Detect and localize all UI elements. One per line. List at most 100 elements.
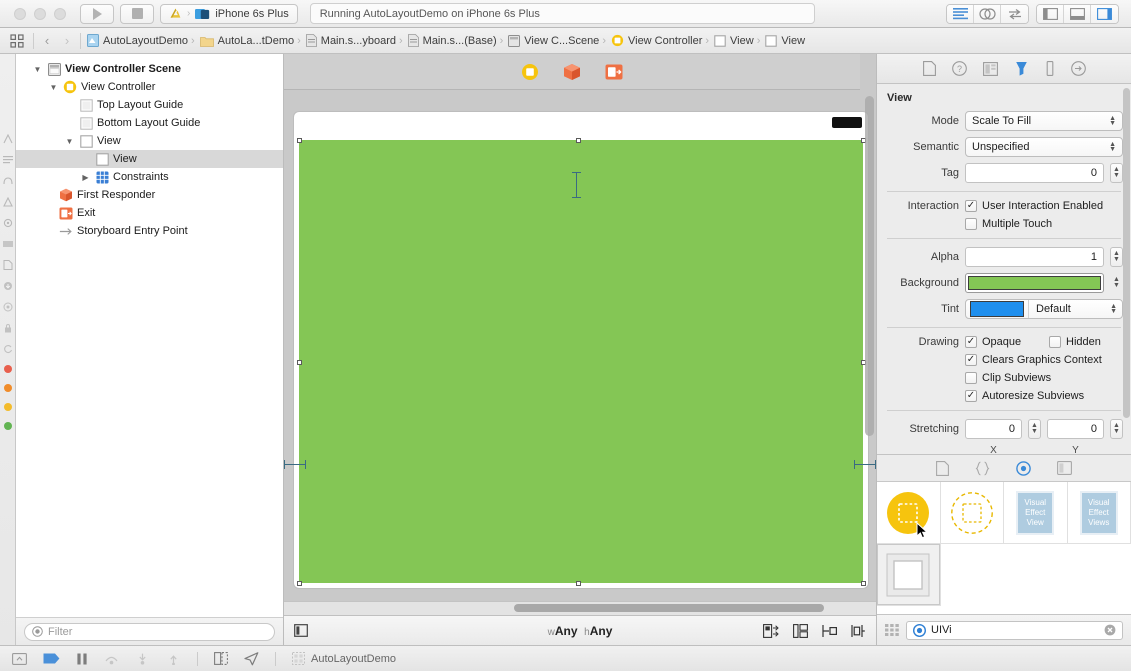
- breadcrumb-item-6[interactable]: View: [711, 35, 755, 47]
- selection-handle-middle-left[interactable]: [297, 360, 302, 365]
- disclosure-triangle-open[interactable]: ▼: [64, 137, 75, 146]
- update-frames-button[interactable]: [763, 624, 779, 638]
- test-navigator-icon[interactable]: [3, 197, 13, 207]
- hidden-wrapper[interactable]: Hidden: [1049, 336, 1101, 348]
- disclosure-triangle-closed[interactable]: ▶: [80, 173, 91, 182]
- report-navigator-icon[interactable]: [3, 260, 13, 270]
- view-hierarchy-button[interactable]: [214, 652, 228, 665]
- navigator-toggle-button[interactable]: [1037, 5, 1064, 23]
- pause-button[interactable]: [76, 653, 88, 665]
- selection-handle-bottom-left[interactable]: [297, 581, 302, 586]
- stretching-x-stepper[interactable]: ▲▼: [1028, 419, 1041, 439]
- utilities-toggle-button[interactable]: [1091, 5, 1118, 23]
- close-window-button[interactable]: [14, 8, 26, 20]
- dock-exit-icon[interactable]: [605, 64, 623, 80]
- library-item-view-drag-proxy-outline[interactable]: [941, 482, 1005, 544]
- step-out-button[interactable]: [166, 653, 181, 665]
- alpha-stepper[interactable]: ▲▼: [1110, 247, 1123, 267]
- alpha-field[interactable]: 1: [965, 247, 1104, 267]
- outline-row-constraints[interactable]: ▶ Constraints: [16, 168, 283, 186]
- step-over-button[interactable]: [104, 653, 119, 665]
- error-badge-icon[interactable]: [4, 365, 12, 373]
- dock-first-responder-icon[interactable]: [563, 63, 581, 81]
- outline-row-view[interactable]: ▼ View: [16, 132, 283, 150]
- lock-icon[interactable]: [3, 323, 13, 333]
- file-template-library-tab[interactable]: [936, 461, 949, 476]
- selection-handle-top-center[interactable]: [576, 138, 581, 143]
- outline-row-view-controller[interactable]: ▼ View Controller: [16, 78, 283, 96]
- selection-handle-top-left[interactable]: [297, 138, 302, 143]
- user-interaction-enabled-row[interactable]: ✓ User Interaction Enabled: [965, 200, 1103, 212]
- selected-subview[interactable]: [299, 140, 863, 583]
- canvas-vertical-scrollbar[interactable]: [865, 96, 874, 436]
- clip-subviews-checkbox[interactable]: [965, 372, 977, 384]
- library-item-visual-effect-view[interactable]: Visual Effect View: [1004, 482, 1068, 544]
- autoresize-subviews-wrapper[interactable]: ✓ Autoresize Subviews: [965, 390, 1084, 402]
- constraint-indicator-top[interactable]: [576, 172, 577, 198]
- multiple-touch-wrapper[interactable]: Multiple Touch: [965, 218, 1052, 230]
- autoresize-subviews-checkbox[interactable]: ✓: [965, 390, 977, 402]
- object-library-tab[interactable]: [1016, 461, 1031, 476]
- media-library-tab[interactable]: [1057, 461, 1072, 475]
- pin-button[interactable]: [822, 624, 837, 638]
- minimize-window-button[interactable]: [34, 8, 46, 20]
- simulate-location-button[interactable]: [244, 652, 259, 666]
- identity-inspector-tab[interactable]: [983, 62, 998, 76]
- selection-handle-bottom-right[interactable]: [861, 581, 866, 586]
- outline-row-exit[interactable]: Exit: [16, 204, 283, 222]
- mode-popup[interactable]: Scale To Fill ▲▼: [965, 111, 1123, 131]
- opaque-wrapper[interactable]: ✓ Opaque: [965, 336, 1043, 348]
- debug-navigator-icon[interactable]: [3, 218, 13, 228]
- related-items-button[interactable]: [4, 34, 30, 48]
- outline-row-view-controller-scene[interactable]: ▼ View Controller Scene: [16, 60, 283, 78]
- breadcrumb-item-1[interactable]: AutoLa...tDemo: [197, 35, 295, 47]
- selection-handle-bottom-center[interactable]: [576, 581, 581, 586]
- breadcrumb-item-0[interactable]: AutoLayoutDemo: [84, 34, 189, 47]
- align-button[interactable]: [851, 624, 866, 638]
- warning-badge-icon[interactable]: [4, 384, 12, 392]
- symbol-navigator-icon[interactable]: [3, 134, 13, 144]
- run-button[interactable]: [80, 4, 114, 24]
- success-badge-icon[interactable]: [4, 422, 12, 430]
- device-view-iphone-6s-plus[interactable]: [294, 112, 868, 588]
- canvas-horizontal-scrollbar[interactable]: [514, 604, 824, 612]
- debug-process-item[interactable]: AutoLayoutDemo: [292, 652, 396, 665]
- outline-row-storyboard-entry-point[interactable]: Storyboard Entry Point: [16, 222, 283, 240]
- file-inspector-tab[interactable]: [923, 61, 936, 76]
- version-editor-button[interactable]: [1001, 5, 1028, 23]
- outline-row-first-responder[interactable]: First Responder: [16, 186, 283, 204]
- hide-debug-area-button[interactable]: [12, 653, 27, 665]
- stretching-x-field[interactable]: 0: [965, 419, 1022, 439]
- multiple-touch-checkbox[interactable]: [965, 218, 977, 230]
- constraint-indicator-trailing[interactable]: [854, 464, 876, 465]
- connections-inspector-tab[interactable]: [1071, 61, 1086, 76]
- step-into-button[interactable]: [135, 653, 150, 665]
- outline-row-top-layout-guide[interactable]: Top Layout Guide: [16, 96, 283, 114]
- library-item-visual-effect-views[interactable]: Visual Effect Views: [1068, 482, 1131, 544]
- clear-search-button[interactable]: [1104, 624, 1116, 636]
- tag-field[interactable]: 0: [965, 163, 1104, 183]
- disclosure-triangle-open[interactable]: ▼: [32, 65, 43, 74]
- breakpoints-button[interactable]: [43, 653, 60, 664]
- canvas-horizontal-scroll-track[interactable]: [284, 601, 876, 615]
- opaque-checkbox[interactable]: ✓: [965, 336, 977, 348]
- view-as-button[interactable]: [294, 624, 308, 637]
- breadcrumb-item-5[interactable]: View Controller: [608, 34, 703, 47]
- clears-graphics-context-wrapper[interactable]: ✓ Clears Graphics Context: [965, 354, 1102, 366]
- filter-field[interactable]: Filter: [24, 623, 275, 641]
- constraint-indicator-leading[interactable]: [284, 464, 306, 465]
- refresh-icon[interactable]: [3, 344, 13, 354]
- inspector-scrollbar[interactable]: [1123, 88, 1130, 418]
- tint-popup[interactable]: Default ▲▼: [965, 299, 1123, 319]
- library-search-field[interactable]: UIVi: [906, 621, 1123, 640]
- breadcrumb-item-2[interactable]: Main.s...yboard: [303, 34, 397, 47]
- scheme-selector[interactable]: › iPhone 6s Plus: [160, 4, 298, 24]
- stretching-y-stepper[interactable]: ▲▼: [1110, 419, 1123, 439]
- user-interaction-enabled-checkbox[interactable]: ✓: [965, 200, 977, 212]
- clip-subviews-wrapper[interactable]: Clip Subviews: [965, 372, 1051, 384]
- storyboard-canvas[interactable]: [284, 54, 876, 615]
- debug-area-toggle-button[interactable]: [1064, 5, 1091, 23]
- disclosure-triangle-open[interactable]: ▼: [48, 83, 59, 92]
- target-icon[interactable]: [3, 302, 13, 312]
- quick-help-inspector-tab[interactable]: ?: [952, 61, 967, 76]
